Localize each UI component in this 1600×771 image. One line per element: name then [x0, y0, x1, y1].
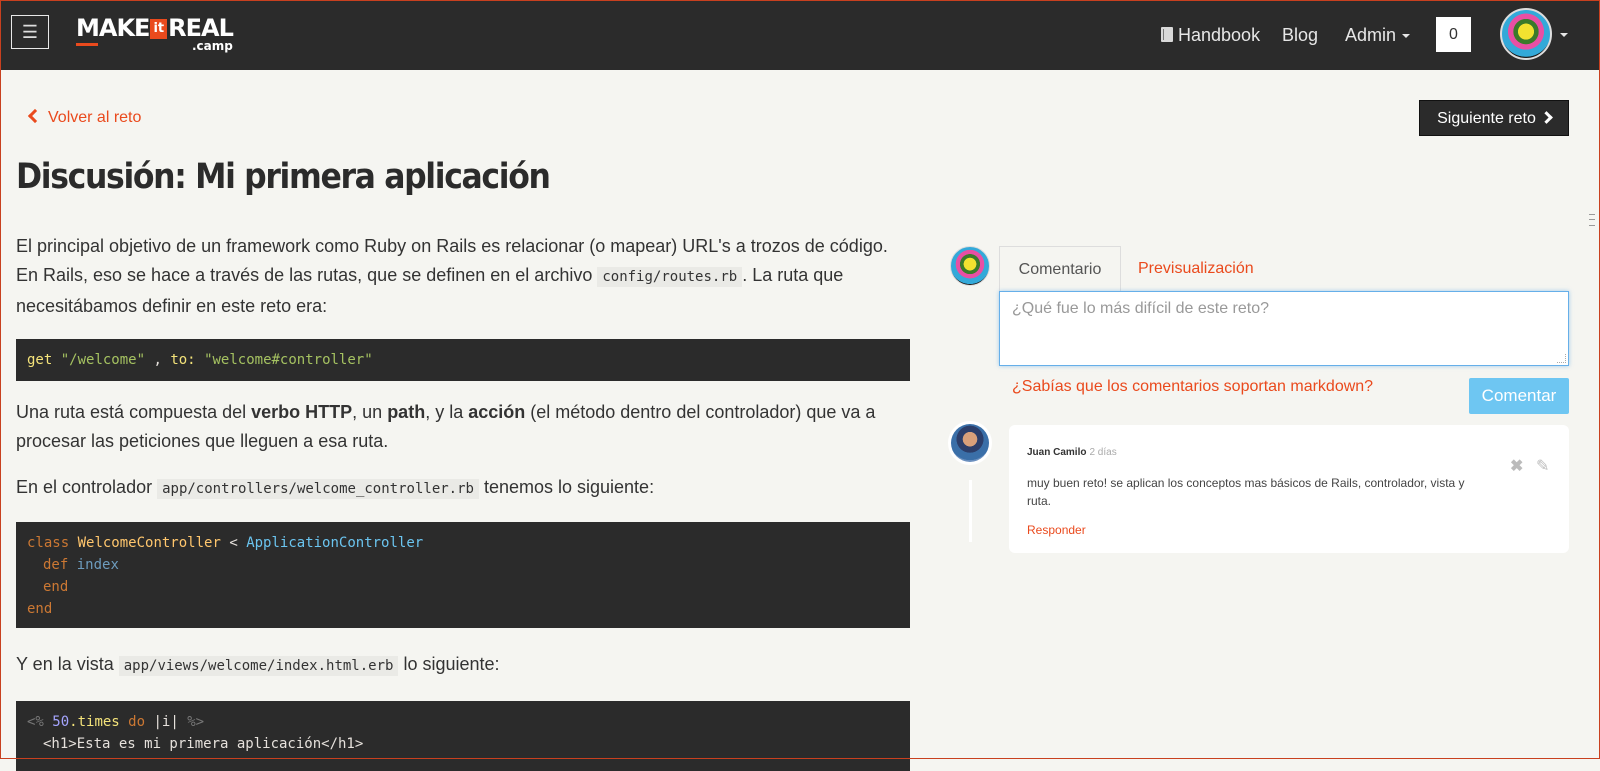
chevron-left-icon [27, 108, 43, 124]
nav-blog[interactable]: Blog [1282, 24, 1318, 46]
user-avatar[interactable] [1500, 8, 1552, 60]
logo-camp: .camp [192, 39, 233, 53]
scrollbar-grip[interactable] [1589, 214, 1595, 226]
logo-it: it [150, 19, 168, 39]
code-block-controller: class WelcomeController < ApplicationCon… [16, 522, 910, 628]
inline-code: app/views/welcome/index.html.erb [118, 656, 399, 676]
nav-admin-label: Admin [1345, 25, 1397, 45]
comment-textarea[interactable]: ¿Qué fue lo más difícil de este reto? [999, 291, 1569, 366]
tab-comment[interactable]: Comentario [999, 246, 1121, 292]
next-challenge-button[interactable]: Siguiente reto [1419, 100, 1569, 136]
page-title: Discusión: Mi primera aplicación [16, 157, 551, 197]
markdown-help-link[interactable]: ¿Sabías que los comentarios soportan mar… [1012, 376, 1373, 398]
nav-handbook-label: Handbook [1178, 25, 1261, 45]
paragraph-intro: El principal objetivo de un framework co… [16, 236, 888, 316]
logo-real: REAL [168, 14, 234, 42]
menu-toggle-button[interactable]: ☰ [11, 15, 49, 49]
caret-down-icon [1402, 34, 1411, 38]
paragraph-view: Y en la vista app/views/welcome/index.ht… [16, 654, 500, 676]
book-icon [1161, 27, 1173, 42]
comment-author[interactable]: Juan Camilo [1027, 447, 1086, 458]
inline-code: config/routes.rb [597, 267, 743, 287]
submit-comment-button[interactable]: Comentar [1469, 378, 1569, 414]
back-label: Volver al reto [48, 109, 142, 126]
menu-icon: ☰ [21, 22, 39, 42]
chevron-right-icon [1539, 111, 1553, 124]
logo[interactable]: MAKE it REAL .camp [76, 14, 234, 53]
comment-time: 2 días [1089, 447, 1117, 458]
comment-author-avatar [948, 421, 992, 465]
logo-underline [76, 43, 98, 46]
current-user-avatar [950, 246, 990, 286]
delete-icon[interactable]: ✖ [1510, 459, 1523, 475]
paragraph-controller: En el controlador app/controllers/welcom… [16, 477, 655, 499]
comment-placeholder: ¿Qué fue lo más difícil de este reto? [1012, 300, 1270, 317]
code-block-view: <% 50.times do |i| %> <h1>Esta es mi pri… [16, 701, 910, 771]
paragraph-route-parts: Una ruta está compuesta del verbo HTTP, … [16, 402, 876, 451]
resize-handle[interactable] [1557, 354, 1566, 363]
top-navbar: ☰ MAKE it REAL .camp Handbook Blog Admin 0 [0, 0, 1600, 70]
article-body: El principal objetivo de un framework co… [16, 232, 910, 771]
back-to-challenge-link[interactable]: Volver al reto [27, 107, 142, 129]
caret-down-icon[interactable] [1560, 33, 1568, 37]
reply-link[interactable]: Responder [1027, 523, 1551, 537]
comment-card: Juan Camilo 2 días muy buen reto! se apli… [1009, 425, 1569, 553]
nav-admin-dropdown[interactable]: Admin [1345, 24, 1411, 46]
comment-body: muy buen reto! se aplican los conceptos … [1027, 476, 1465, 508]
thread-line [969, 480, 972, 542]
tab-preview[interactable]: Previsualización [1138, 258, 1254, 280]
logo-make: MAKE [76, 14, 150, 42]
next-label: Siguiente reto [1437, 110, 1536, 127]
notifications-counter[interactable]: 0 [1436, 17, 1471, 52]
nav-handbook[interactable]: Handbook [1161, 24, 1260, 46]
inline-code: app/controllers/welcome_controller.rb [157, 479, 479, 499]
pencil-icon[interactable]: ✎ [1536, 459, 1549, 475]
code-block-routes: get "/welcome" , to: "welcome#controller… [16, 339, 910, 381]
